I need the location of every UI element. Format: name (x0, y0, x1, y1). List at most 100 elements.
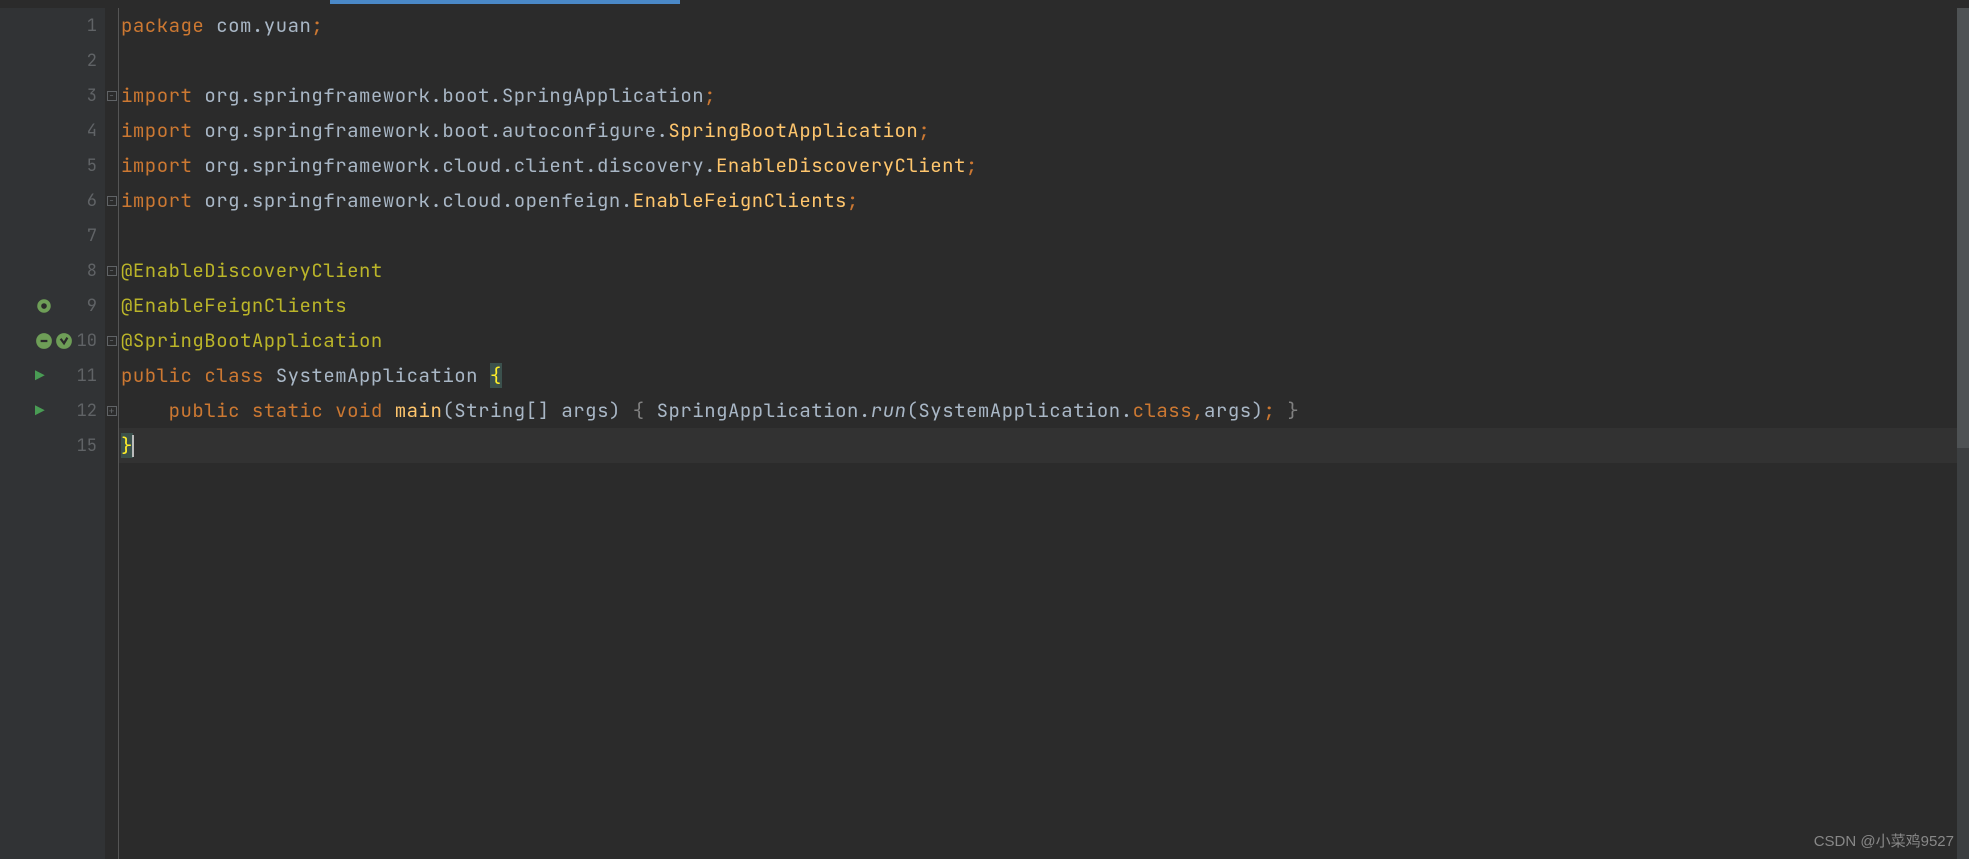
active-tab-indicator (330, 0, 680, 4)
line-number: 4 (67, 120, 97, 142)
gutter-line[interactable]: 1 (0, 8, 105, 43)
code-line[interactable]: import org.springframework.boot.autoconf… (119, 113, 1969, 148)
keyword: static (252, 398, 335, 423)
fold-cell[interactable]: − (105, 253, 118, 288)
gutter: 1 2 3 4 5 6 7 8 9 10 (0, 8, 105, 859)
bean-icon[interactable] (35, 332, 53, 350)
line-number: 9 (67, 295, 97, 317)
gutter-line[interactable]: 9 (0, 288, 105, 323)
import-path: org.springframework.cloud.client.discove… (204, 153, 716, 178)
run-icon[interactable]: ▶ (35, 400, 45, 421)
implementations-icon[interactable] (35, 297, 53, 315)
comma: , (1192, 398, 1204, 423)
fold-column: − − − − + (105, 8, 119, 859)
line-number: 5 (67, 155, 97, 177)
class-ref: EnableFeignClients (633, 188, 847, 213)
gutter-line[interactable]: 10 (0, 323, 105, 358)
code-line[interactable]: import org.springframework.cloud.openfei… (119, 183, 1969, 218)
line-number: 15 (67, 435, 97, 457)
fold-cell[interactable]: + (105, 393, 118, 428)
method-call: run (871, 398, 907, 423)
fold-minus-icon[interactable]: − (107, 91, 117, 101)
class-ref: EnableDiscoveryClient (716, 153, 966, 178)
line-number: 2 (67, 50, 97, 72)
semicolon: ; (918, 118, 930, 143)
annotation: @EnableFeignClients (121, 293, 347, 318)
line-number: 8 (67, 260, 97, 282)
import-path: org.springframework.boot.autoconfigure. (204, 118, 668, 143)
gutter-line[interactable]: 2 (0, 43, 105, 78)
keyword: class (1133, 398, 1193, 423)
bean-nav-icon[interactable] (55, 332, 73, 350)
semicolon: ; (847, 188, 859, 213)
gutter-line[interactable]: 4 (0, 113, 105, 148)
code-line[interactable]: public class SystemApplication { (119, 358, 1969, 393)
fold-cell[interactable]: − (105, 183, 118, 218)
brace: } (1275, 398, 1299, 423)
keyword: import (121, 153, 204, 178)
fold-cell (105, 288, 118, 323)
annotation: @SpringBootApplication (121, 328, 383, 353)
gutter-line[interactable]: 8 (0, 253, 105, 288)
gutter-line[interactable]: 6 (0, 183, 105, 218)
gutter-line[interactable]: 15 (0, 428, 105, 463)
code-line[interactable]: import org.springframework.boot.SpringAp… (119, 78, 1969, 113)
class-ref: SpringBootApplication (668, 118, 918, 143)
code-line[interactable]: public static void main(String[] args) {… (119, 393, 1969, 428)
caret-icon (132, 435, 134, 457)
fold-cell (105, 218, 118, 253)
paren: ) (609, 398, 633, 423)
line-number: 7 (67, 225, 97, 247)
run-icon[interactable]: ▶ (35, 365, 45, 386)
indent (121, 398, 169, 423)
code-line-current[interactable]: } (119, 428, 1969, 463)
paren: ( (442, 398, 454, 423)
fold-cell (105, 113, 118, 148)
fold-minus-icon[interactable]: − (107, 196, 117, 206)
code-line[interactable]: @EnableDiscoveryClient (119, 253, 1969, 288)
package-name: com.yuan (216, 13, 311, 38)
watermark: CSDN @小菜鸡9527 (1814, 830, 1954, 851)
semicolon: ; (311, 13, 323, 38)
class-name: SystemApplication (276, 363, 490, 388)
code-line[interactable]: package com.yuan; (119, 8, 1969, 43)
keyword: public (121, 363, 204, 388)
fold-cell (105, 428, 118, 463)
fold-plus-icon[interactable]: + (107, 406, 117, 416)
line-number: 3 (67, 85, 97, 107)
line-number: 1 (67, 15, 97, 37)
keyword: import (121, 83, 204, 108)
code-line[interactable]: import org.springframework.cloud.client.… (119, 148, 1969, 183)
paren: ) (1252, 398, 1264, 423)
gutter-line[interactable]: 12 ▶ (0, 393, 105, 428)
fold-minus-icon[interactable]: − (107, 336, 117, 346)
code-line[interactable]: @EnableFeignClients (119, 288, 1969, 323)
import-path: org.springframework.cloud.openfeign. (204, 188, 632, 213)
gutter-line[interactable]: 5 (0, 148, 105, 183)
scroll-thumb[interactable] (1957, 8, 1969, 448)
fold-cell[interactable]: − (105, 78, 118, 113)
method-name: main (395, 398, 443, 423)
param: args (1204, 398, 1252, 423)
params: String[] args (454, 398, 609, 423)
fold-cell (105, 148, 118, 183)
code-line[interactable] (119, 218, 1969, 253)
class-ref: SpringApplication. (657, 398, 871, 423)
keyword: package (121, 13, 216, 38)
keyword: class (204, 363, 275, 388)
fold-cell (105, 8, 118, 43)
code-area[interactable]: package com.yuan; import org.springframe… (119, 8, 1969, 859)
scrollbar[interactable] (1957, 8, 1969, 859)
fold-minus-icon[interactable]: − (107, 266, 117, 276)
semicolon: ; (966, 153, 978, 178)
gutter-line[interactable]: 11 ▶ (0, 358, 105, 393)
annotation: @EnableDiscoveryClient (121, 258, 383, 283)
code-line[interactable] (119, 43, 1969, 78)
fold-cell[interactable]: − (105, 323, 118, 358)
class-ref: SystemApplication. (918, 398, 1132, 423)
gutter-line[interactable]: 3 (0, 78, 105, 113)
gutter-line[interactable]: 7 (0, 218, 105, 253)
keyword: import (121, 188, 204, 213)
code-line[interactable]: @SpringBootApplication (119, 323, 1969, 358)
keyword: public (169, 398, 252, 423)
